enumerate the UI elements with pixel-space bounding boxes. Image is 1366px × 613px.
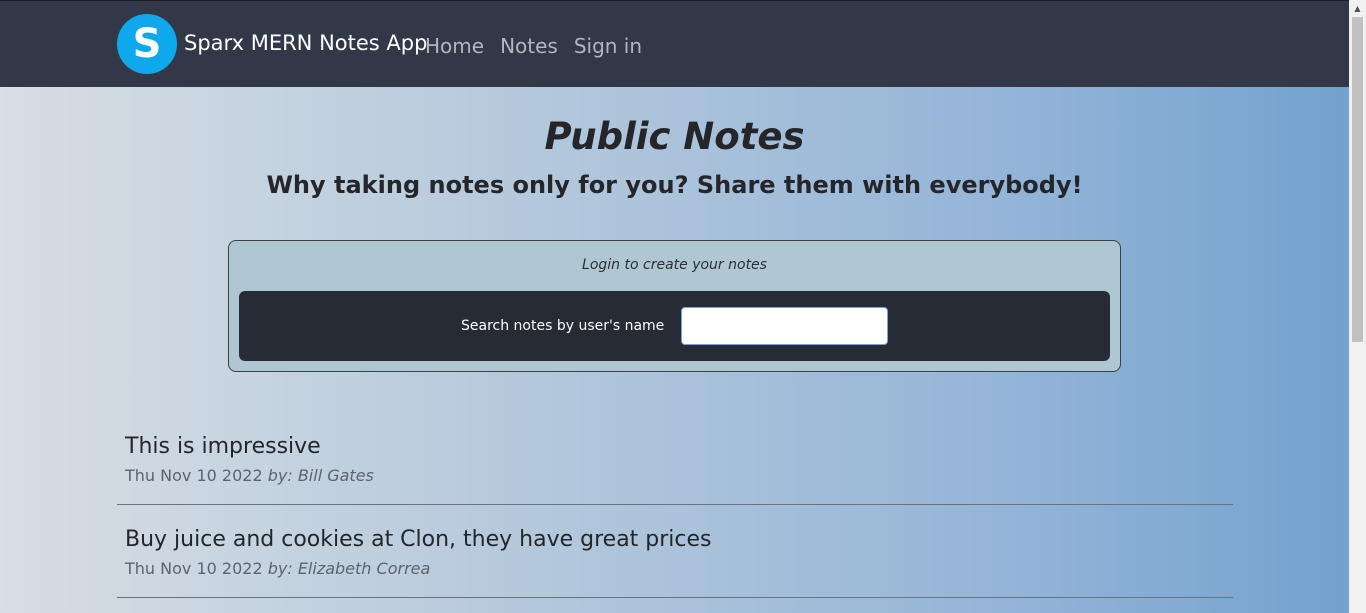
- navbar: S Sparx MERN Notes App Home Notes Sign i…: [0, 0, 1349, 87]
- note-date: Thu Nov 10 2022: [125, 466, 263, 485]
- page-scrollbar[interactable]: ▲: [1349, 0, 1366, 613]
- note-item[interactable]: Buy juice and cookies at Clon, they have…: [117, 525, 1233, 598]
- notes-toolbar: Login to create your notes Search notes …: [228, 240, 1121, 372]
- scrollbar-thumb[interactable]: [1352, 17, 1363, 342]
- note-item[interactable]: This is impressive Thu Nov 10 2022 by: B…: [117, 432, 1233, 505]
- nav-signin-link[interactable]: Sign in: [574, 33, 642, 59]
- note-author: by: Elizabeth Correa: [267, 559, 431, 578]
- note-title[interactable]: Buy juice and cookies at Clon, they have…: [125, 525, 712, 555]
- note-meta: Thu Nov 10 2022 by: Elizabeth Correa: [125, 558, 430, 580]
- nav-notes-link[interactable]: Notes: [500, 33, 558, 59]
- app-logo[interactable]: S: [117, 14, 177, 74]
- scroll-up-arrow-icon[interactable]: ▲: [1349, 0, 1366, 17]
- note-title[interactable]: This is impressive: [125, 432, 321, 462]
- page-subtitle: Why taking notes only for you? Share the…: [266, 171, 1083, 199]
- main-content: Public Notes Why taking notes only for y…: [0, 87, 1349, 613]
- brand-name[interactable]: Sparx MERN Notes App: [184, 30, 427, 56]
- login-notice: Login to create your notes: [582, 257, 767, 273]
- note-date: Thu Nov 10 2022: [125, 559, 263, 578]
- note-meta: Thu Nov 10 2022 by: Bill Gates: [125, 465, 374, 487]
- search-label: Search notes by user's name: [461, 318, 665, 334]
- search-input[interactable]: [681, 307, 888, 345]
- note-author: by: Bill Gates: [267, 466, 374, 485]
- search-panel: Search notes by user's name: [239, 291, 1110, 361]
- page-title: Public Notes: [544, 115, 805, 158]
- nav-links: Home Notes Sign in: [425, 33, 642, 59]
- nav-home-link[interactable]: Home: [425, 33, 484, 59]
